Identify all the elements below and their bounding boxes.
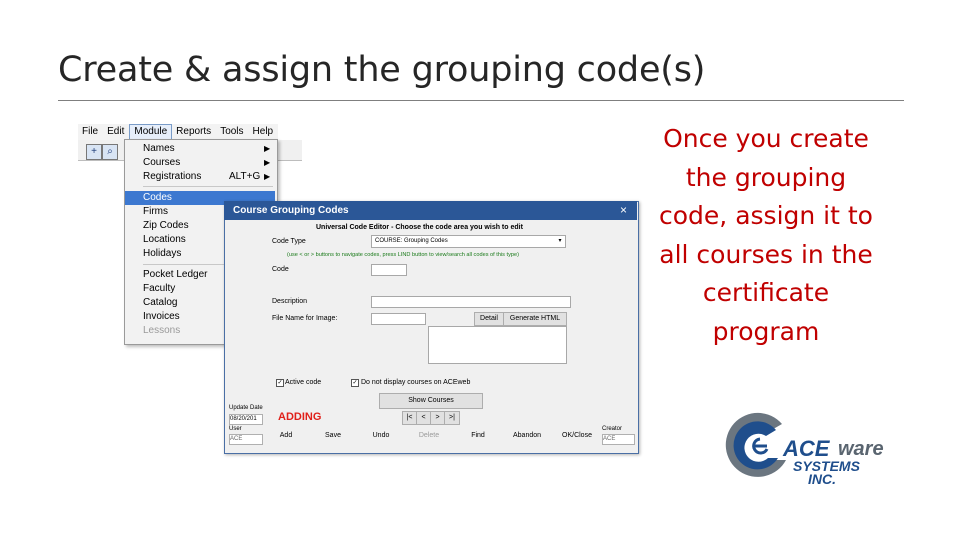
menu-edit[interactable]: Edit <box>103 124 129 140</box>
menu-tools[interactable]: Tools <box>216 124 248 140</box>
code-type-label: Code Type <box>272 238 306 245</box>
active-code-label: Active code <box>285 379 322 386</box>
html-textarea[interactable] <box>428 326 567 364</box>
submenu-arrow-icon: ▶ <box>264 172 271 181</box>
update-date-label: Update Date <box>229 405 263 411</box>
abandon-button[interactable]: Abandon <box>506 429 548 443</box>
submenu-arrow-icon: ▶ <box>264 144 271 153</box>
menu-help[interactable]: Help <box>249 124 279 140</box>
dialog-title: Course Grouping Codes <box>233 205 349 216</box>
close-icon[interactable]: × <box>620 201 627 220</box>
navigation-hint: (use < or > buttons to navigate codes, p… <box>287 252 519 258</box>
code-label: Code <box>272 266 289 273</box>
filename-input[interactable] <box>371 313 426 325</box>
submenu-arrow-icon: ▶ <box>264 158 271 167</box>
menu-reports[interactable]: Reports <box>172 124 216 140</box>
app-menubar: File Edit Module Reports Tools Help <box>78 124 278 140</box>
menu-item-courses[interactable]: Courses ▶ <box>125 156 275 170</box>
filename-label: File Name for Image: <box>272 315 338 322</box>
menu-item-registrations[interactable]: Registrations ALT+G ▶ <box>125 170 275 184</box>
show-courses-button[interactable]: Show Courses <box>379 393 483 409</box>
menu-item-names[interactable]: Names ▶ <box>125 142 275 156</box>
ok-close-button[interactable]: OK/Close <box>556 429 598 443</box>
chevron-down-icon: ▾ <box>558 238 562 244</box>
record-status: ADDING <box>278 411 322 423</box>
detail-button[interactable]: Detail <box>474 312 504 326</box>
generate-html-button[interactable]: Generate HTML <box>503 312 567 326</box>
dialog-titlebar: Course Grouping Codes × <box>224 201 637 220</box>
previous-record-button[interactable]: < <box>416 411 431 425</box>
code-type-select[interactable]: COURSE: Grouping Codes ▾ <box>371 235 566 248</box>
dont-display-label: Do not display courses on ACEweb <box>361 379 471 386</box>
add-button[interactable]: Add <box>266 429 306 443</box>
description-input[interactable] <box>371 296 571 308</box>
title-divider <box>58 100 904 101</box>
binoculars-icon[interactable]: ⌕ <box>102 144 118 160</box>
active-code-checkbox[interactable]: ✓ <box>276 379 284 387</box>
next-record-button[interactable]: > <box>430 411 445 425</box>
logo-inc-text: INC. <box>808 471 836 487</box>
menu-module[interactable]: Module <box>129 124 173 140</box>
find-button[interactable]: Find <box>458 429 498 443</box>
delete-button: Delete <box>418 432 440 439</box>
menu-separator <box>143 186 273 187</box>
new-record-icon[interactable]: + <box>86 144 102 160</box>
menu-file[interactable]: File <box>78 124 103 140</box>
update-date-value: 08/20/201 <box>229 414 263 425</box>
creator-value: ACE <box>602 434 635 445</box>
description-label: Description <box>272 298 308 305</box>
user-label: User <box>229 426 242 432</box>
save-button[interactable]: Save <box>313 429 353 443</box>
slide-note: Once you create the grouping code, assig… <box>659 124 873 346</box>
creator-label: Creator <box>602 426 623 432</box>
slide-title: Create & assign the grouping code(s) <box>58 50 706 90</box>
user-value: ACE <box>229 434 263 445</box>
last-record-button[interactable]: >| <box>444 411 460 425</box>
dont-display-checkbox[interactable]: ✓ <box>351 379 359 387</box>
first-record-button[interactable]: |< <box>402 411 417 425</box>
code-input[interactable] <box>371 264 407 276</box>
undo-button[interactable]: Undo <box>361 429 401 443</box>
dialog-heading: Universal Code Editor - Choose the code … <box>316 224 523 231</box>
